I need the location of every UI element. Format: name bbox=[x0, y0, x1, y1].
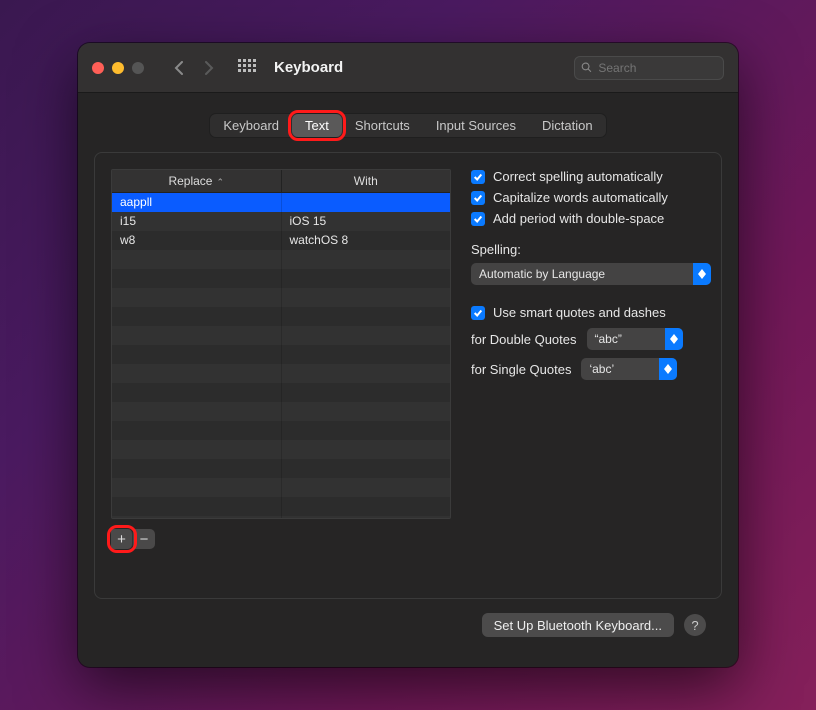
add-button[interactable]: + bbox=[111, 529, 133, 549]
cell-replace bbox=[112, 269, 282, 288]
spelling-select[interactable]: Automatic by Language bbox=[471, 263, 711, 285]
cell-with bbox=[282, 383, 451, 402]
chevron-updown-icon bbox=[659, 358, 677, 380]
show-all-icon[interactable] bbox=[238, 59, 256, 77]
column-replace[interactable]: Replace⌃ bbox=[112, 170, 282, 192]
minimize-window-button[interactable] bbox=[112, 62, 124, 74]
cell-with bbox=[282, 402, 451, 421]
table-row[interactable] bbox=[112, 250, 450, 269]
cell-with bbox=[282, 516, 451, 518]
cell-replace bbox=[112, 440, 282, 459]
double-space-label: Add period with double-space bbox=[493, 211, 664, 226]
cell-replace bbox=[112, 364, 282, 383]
cell-replace bbox=[112, 307, 282, 326]
window-controls bbox=[92, 62, 144, 74]
single-quotes-label: for Single Quotes bbox=[471, 362, 571, 377]
smart-quotes-checkbox[interactable] bbox=[471, 306, 485, 320]
table-row[interactable] bbox=[112, 307, 450, 326]
tab-text[interactable]: Text bbox=[292, 114, 342, 137]
table-row[interactable] bbox=[112, 421, 450, 440]
cell-with bbox=[282, 421, 451, 440]
bluetooth-keyboard-button[interactable]: Set Up Bluetooth Keyboard... bbox=[482, 613, 674, 637]
table-row[interactable] bbox=[112, 269, 450, 288]
cell-with bbox=[282, 345, 451, 364]
table-row[interactable] bbox=[112, 516, 450, 518]
cell-with: iOS 15 bbox=[282, 212, 451, 231]
cell-with bbox=[282, 250, 451, 269]
chevron-updown-icon bbox=[693, 263, 711, 285]
cell-replace: i15 bbox=[112, 212, 282, 231]
cell-replace bbox=[112, 459, 282, 478]
cell-replace bbox=[112, 288, 282, 307]
capitalize-label: Capitalize words automatically bbox=[493, 190, 668, 205]
chevron-updown-icon bbox=[665, 328, 683, 350]
cell-replace bbox=[112, 383, 282, 402]
column-with[interactable]: With bbox=[282, 170, 451, 192]
cell-replace bbox=[112, 478, 282, 497]
search-field[interactable] bbox=[574, 56, 724, 80]
cell-replace: aappll bbox=[112, 193, 282, 212]
tab-bar: Keyboard Text Shortcuts Input Sources Di… bbox=[209, 113, 606, 138]
table-row[interactable] bbox=[112, 478, 450, 497]
table-row[interactable]: aappll bbox=[112, 193, 450, 212]
smart-quotes-label: Use smart quotes and dashes bbox=[493, 305, 666, 320]
cell-with bbox=[282, 326, 451, 345]
cell-with bbox=[282, 193, 451, 212]
spelling-label: Spelling: bbox=[471, 242, 711, 257]
table-row[interactable] bbox=[112, 326, 450, 345]
remove-button[interactable]: − bbox=[133, 529, 155, 549]
correct-spelling-label: Correct spelling automatically bbox=[493, 169, 663, 184]
tab-keyboard[interactable]: Keyboard bbox=[210, 114, 292, 137]
cell-with: watchOS 8 bbox=[282, 231, 451, 250]
cell-replace bbox=[112, 516, 282, 518]
tab-input-sources[interactable]: Input Sources bbox=[423, 114, 529, 137]
cell-with bbox=[282, 478, 451, 497]
help-button[interactable]: ? bbox=[684, 614, 706, 636]
replacements-table: Replace⌃ With aapplli15iOS 15w8watchOS 8 bbox=[111, 169, 451, 519]
cell-replace bbox=[112, 345, 282, 364]
forward-button[interactable] bbox=[196, 56, 222, 80]
cell-with bbox=[282, 307, 451, 326]
correct-spelling-checkbox[interactable] bbox=[471, 170, 485, 184]
cell-replace bbox=[112, 250, 282, 269]
table-row[interactable]: w8watchOS 8 bbox=[112, 231, 450, 250]
double-space-checkbox[interactable] bbox=[471, 212, 485, 226]
search-icon bbox=[581, 61, 592, 74]
cell-with bbox=[282, 269, 451, 288]
cell-replace bbox=[112, 421, 282, 440]
table-row[interactable] bbox=[112, 459, 450, 478]
search-input[interactable] bbox=[598, 61, 717, 75]
preferences-window: Keyboard Keyboard Text Shortcuts Input S… bbox=[78, 43, 738, 667]
table-row[interactable] bbox=[112, 497, 450, 516]
single-quotes-select[interactable]: ‘abc’ bbox=[581, 358, 677, 380]
tab-shortcuts[interactable]: Shortcuts bbox=[342, 114, 423, 137]
cell-replace bbox=[112, 402, 282, 421]
close-window-button[interactable] bbox=[92, 62, 104, 74]
table-row[interactable] bbox=[112, 440, 450, 459]
cell-with bbox=[282, 440, 451, 459]
back-button[interactable] bbox=[166, 56, 192, 80]
double-quotes-label: for Double Quotes bbox=[471, 332, 577, 347]
capitalize-checkbox[interactable] bbox=[471, 191, 485, 205]
double-quotes-select[interactable]: “abc” bbox=[587, 328, 683, 350]
table-row[interactable] bbox=[112, 345, 450, 364]
table-row[interactable] bbox=[112, 364, 450, 383]
cell-replace bbox=[112, 326, 282, 345]
tab-dictation[interactable]: Dictation bbox=[529, 114, 606, 137]
table-row[interactable] bbox=[112, 383, 450, 402]
cell-with bbox=[282, 459, 451, 478]
zoom-window-button[interactable] bbox=[132, 62, 144, 74]
cell-with bbox=[282, 364, 451, 383]
cell-replace: w8 bbox=[112, 231, 282, 250]
cell-with bbox=[282, 288, 451, 307]
titlebar: Keyboard bbox=[78, 43, 738, 93]
window-title: Keyboard bbox=[274, 59, 343, 76]
cell-replace bbox=[112, 497, 282, 516]
table-row[interactable] bbox=[112, 288, 450, 307]
table-body: aapplli15iOS 15w8watchOS 8 bbox=[112, 193, 450, 518]
cell-with bbox=[282, 497, 451, 516]
table-row[interactable] bbox=[112, 402, 450, 421]
table-row[interactable]: i15iOS 15 bbox=[112, 212, 450, 231]
